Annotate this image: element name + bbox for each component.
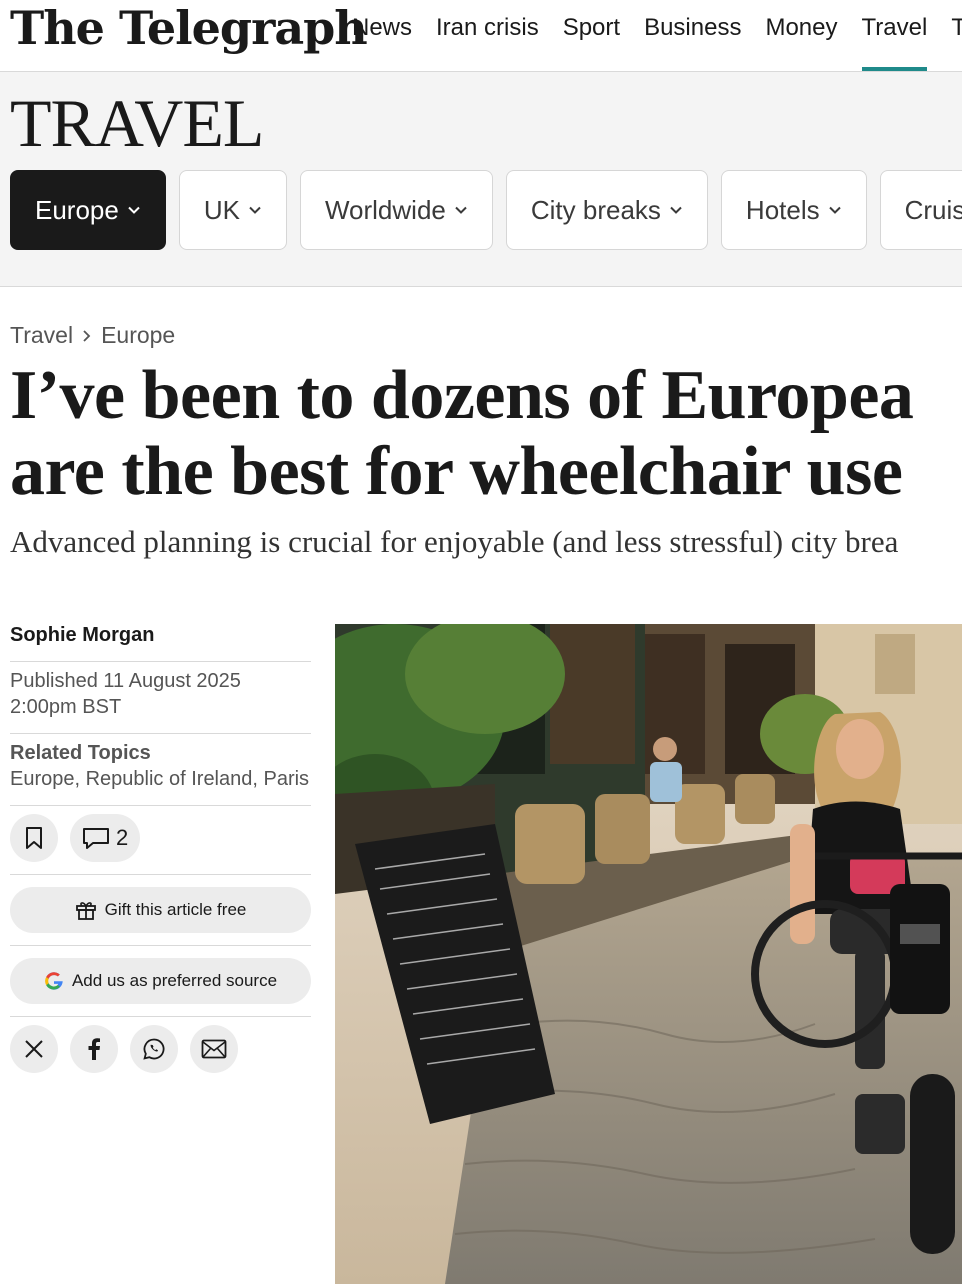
nav-sport[interactable]: Sport <box>551 0 632 71</box>
nav-money[interactable]: Money <box>753 0 849 71</box>
nav-news[interactable]: News <box>340 0 424 71</box>
facebook-icon <box>88 1038 100 1060</box>
preferred-source-row: Add us as preferred source <box>10 946 311 1017</box>
breadcrumb-europe[interactable]: Europe <box>101 322 175 349</box>
headline-line-2: are the best for wheelchair use <box>10 433 903 510</box>
chevron-down-icon <box>249 206 261 214</box>
share-email-button[interactable] <box>190 1025 238 1073</box>
article-standfirst: Advanced planning is crucial for enjoyab… <box>10 524 899 559</box>
chevron-down-icon <box>670 206 682 214</box>
gift-row: Gift this article free <box>10 875 311 946</box>
street-cafe-photo <box>335 624 962 1284</box>
pill-label: Europe <box>35 194 119 225</box>
article-meta-sidebar: Sophie Morgan Published 11 August 2025 2… <box>10 618 311 1073</box>
bookmark-button[interactable] <box>10 814 58 862</box>
share-facebook-button[interactable] <box>70 1025 118 1073</box>
publish-date-line: Published 11 August 2025 <box>10 670 241 692</box>
publish-date: Published 11 August 2025 2:00pm BST <box>10 662 311 734</box>
breadcrumb: Travel Europe <box>10 322 175 349</box>
pill-worldwide[interactable]: Worldwide <box>299 170 493 250</box>
pill-city-breaks[interactable]: City breaks <box>505 170 708 250</box>
preferred-source-label: Add us as preferred source <box>71 971 278 990</box>
preferred-source-button[interactable]: Add us as preferred source <box>10 958 311 1004</box>
article-actions: 2 <box>10 806 311 875</box>
related-topics-label: Related Topics <box>10 742 151 764</box>
nav-travel[interactable]: Travel <box>850 0 940 71</box>
related-topics-list[interactable]: Europe, Republic of Ireland, Paris <box>10 766 311 793</box>
pill-cruises[interactable]: Cruis <box>879 170 962 250</box>
x-icon <box>25 1040 43 1058</box>
pill-label: City breaks <box>530 194 661 225</box>
article-headline: I’ve been to dozens of Europea are the b… <box>10 358 962 510</box>
whatsapp-icon <box>143 1038 165 1060</box>
nav-truncated[interactable]: T <box>939 0 962 71</box>
comment-count: 2 <box>116 825 129 850</box>
gift-article-button[interactable]: Gift this article free <box>10 887 311 933</box>
chevron-down-icon <box>128 206 140 214</box>
publish-time-line: 2:00pm BST <box>10 696 122 718</box>
masthead: The Telegraph News Iran crisis Sport Bus… <box>0 0 962 72</box>
section-title[interactable]: TRAVEL <box>10 86 264 160</box>
share-x-button[interactable] <box>10 1025 58 1073</box>
subsection-pills: Europe UK Worldwide City breaks Hotels C… <box>10 170 962 250</box>
pill-label: Cruis <box>904 194 962 225</box>
pill-hotels[interactable]: Hotels <box>720 170 867 250</box>
pill-uk[interactable]: UK <box>178 170 287 250</box>
chevron-down-icon <box>455 206 467 214</box>
gift-icon <box>75 902 96 920</box>
breadcrumb-travel[interactable]: Travel <box>10 322 73 349</box>
telegraph-logo[interactable]: The Telegraph <box>10 2 368 54</box>
pill-label: Worldwide <box>324 194 446 225</box>
pill-label: Hotels <box>745 194 820 225</box>
headline-line-1: I’ve been to dozens of Europea <box>10 357 914 434</box>
comments-button[interactable]: 2 <box>70 814 141 862</box>
google-icon <box>45 972 63 990</box>
share-whatsapp-button[interactable] <box>130 1025 178 1073</box>
chevron-down-icon <box>828 206 841 214</box>
chevron-right-icon <box>83 329 91 342</box>
nav-business[interactable]: Business <box>632 0 753 71</box>
section-header: TRAVEL Europe UK Worldwide City breaks H… <box>0 72 962 287</box>
share-buttons <box>10 1017 311 1073</box>
hero-image[interactable] <box>335 624 962 1284</box>
related-topics: Related Topics Europe, Republic of Irela… <box>10 734 311 806</box>
bookmark-icon <box>26 827 42 849</box>
nav-iran-crisis[interactable]: Iran crisis <box>424 0 551 71</box>
pill-europe[interactable]: Europe <box>10 170 166 250</box>
author-name[interactable]: Sophie Morgan <box>10 618 311 662</box>
comment-icon <box>83 828 109 849</box>
email-icon <box>201 1039 227 1059</box>
main-nav: News Iran crisis Sport Business Money Tr… <box>340 0 962 71</box>
pill-label: UK <box>203 194 240 225</box>
gift-article-label: Gift this article free <box>104 900 247 919</box>
